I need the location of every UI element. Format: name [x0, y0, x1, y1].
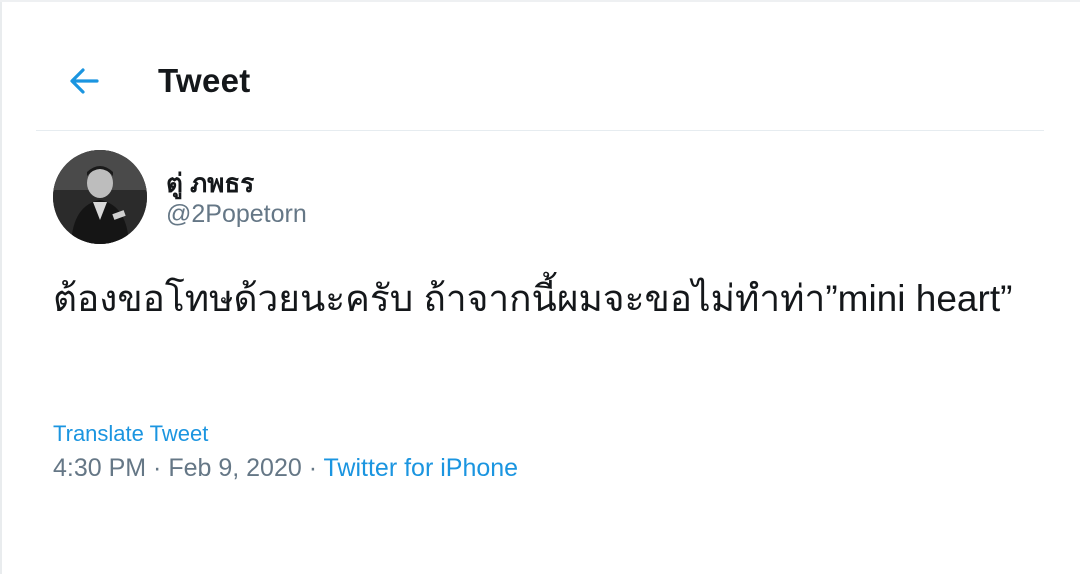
window-top-border	[0, 0, 1080, 2]
tweet-metadata: 4:30 PM · Feb 9, 2020 · Twitter for iPho…	[53, 454, 518, 483]
author-display-name[interactable]: ตู่ ภพธร	[166, 163, 254, 204]
page-title: Tweet	[158, 62, 251, 99]
author-handle[interactable]: @2Popetorn	[166, 200, 307, 229]
translate-tweet-link[interactable]: Translate Tweet	[53, 421, 208, 447]
tweet-text: ต้องขอโทษด้วยนะครับ ถ้าจากนี้ผมจะขอไม่ทำ…	[53, 278, 1013, 319]
page-header: Tweet	[36, 42, 1044, 131]
arrow-left-icon[interactable]	[64, 61, 104, 101]
window-left-border	[0, 0, 2, 574]
avatar[interactable]	[53, 150, 147, 244]
meta-separator: ·	[301, 454, 324, 482]
tweet-source-link[interactable]: Twitter for iPhone	[324, 454, 519, 482]
tweet-date[interactable]: Feb 9, 2020	[168, 454, 301, 482]
tweet-time[interactable]: 4:30 PM	[53, 454, 146, 482]
meta-separator: ·	[146, 454, 169, 482]
